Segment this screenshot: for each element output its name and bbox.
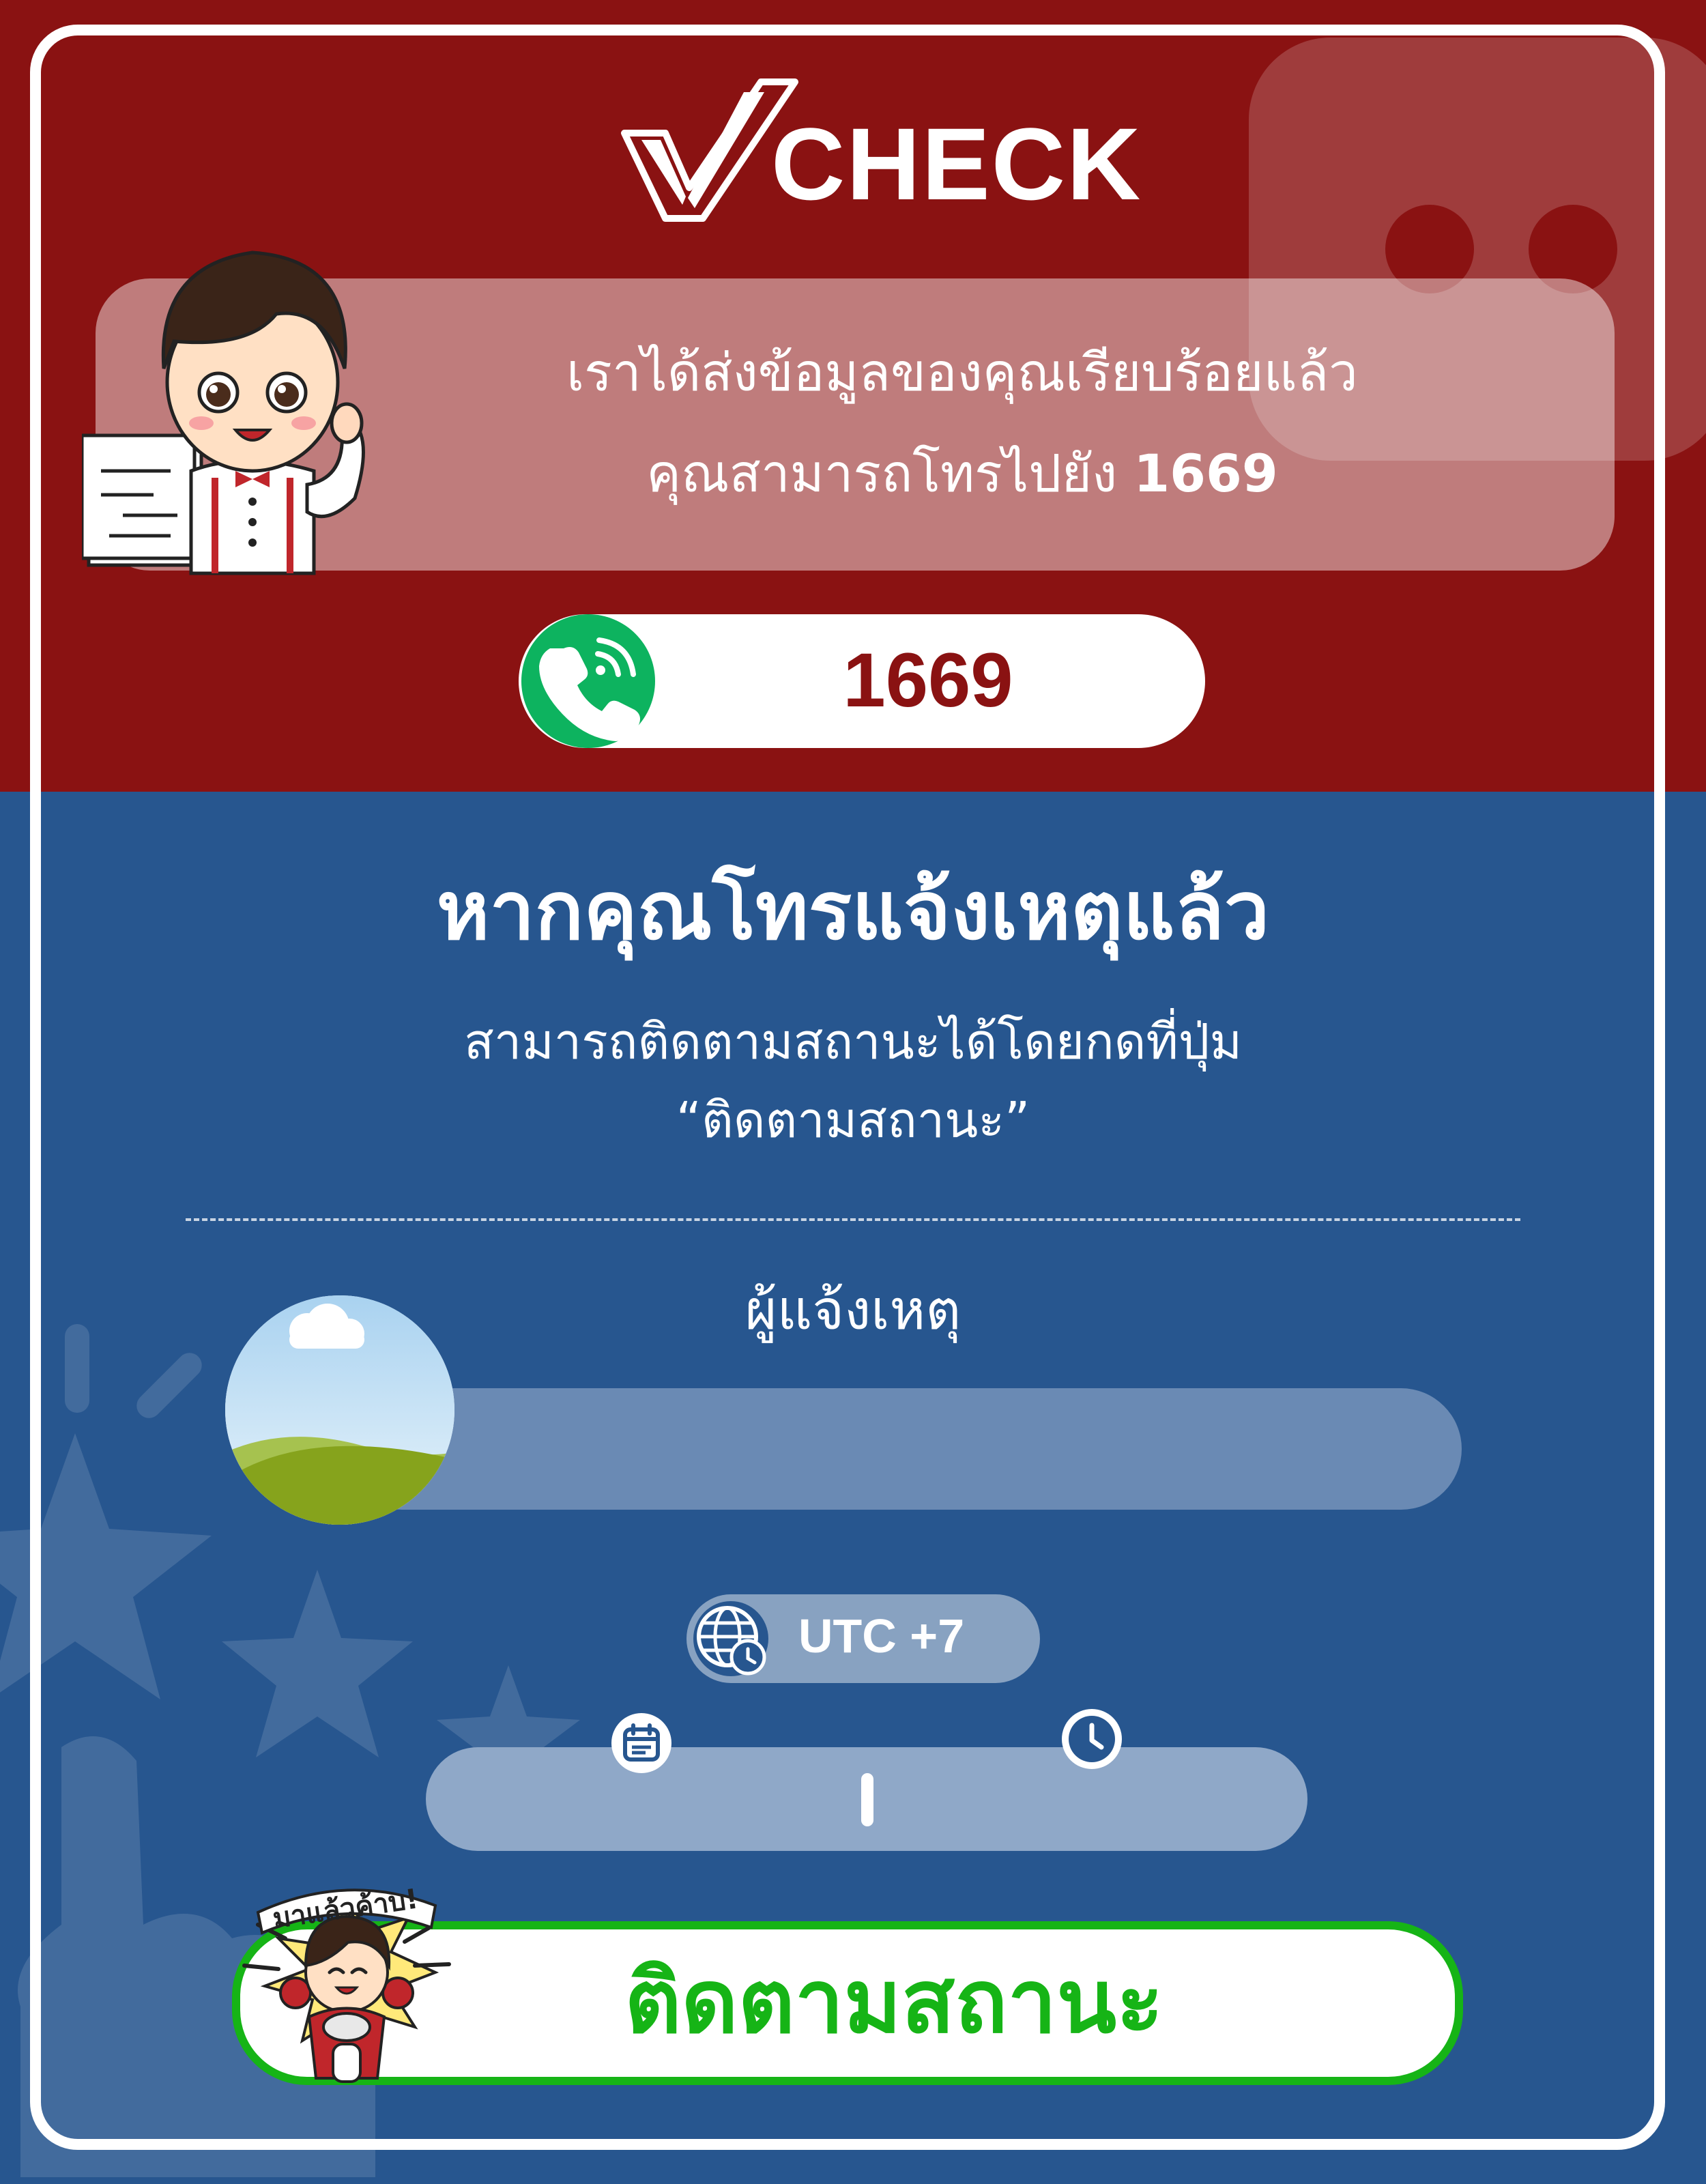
- datetime-separator: [861, 1773, 873, 1826]
- message-phone-number: 1669: [1133, 443, 1278, 504]
- message-line-1: เราได้ส่งข้อมูลของคุณเรียบร้อยแล้ว: [566, 342, 1358, 403]
- followup-heading: หากคุณโทรแจ้งเหตุแล้ว: [436, 863, 1270, 958]
- track-status-label[interactable]: ติดตามสถานะ: [382, 1959, 1406, 2046]
- reporter-name-field: [341, 1388, 1462, 1510]
- mascot-document-icon: [82, 250, 365, 575]
- call-number[interactable]: 1669: [751, 638, 1105, 722]
- phone-call-icon[interactable]: [521, 614, 655, 748]
- mascot-scooter-icon: มาแล้วค้าบ!: [242, 1883, 451, 2083]
- followup-button-name: “ติดตามสถานะ”: [676, 1091, 1030, 1149]
- followup-instruction: สามารถติดตามสถานะได้โดยกดที่ปุ่ม: [463, 1013, 1243, 1070]
- section-divider: [186, 1218, 1520, 1221]
- reporter-label: ผู้แจ้งเหตุ: [744, 1278, 962, 1342]
- message-line-2: คุณสามารถโทรไปยัง 1669: [382, 448, 1542, 500]
- clock-icon: [1062, 1709, 1122, 1769]
- calendar-icon: [611, 1713, 671, 1773]
- timezone-label: UTC +7: [798, 1609, 965, 1663]
- avatar: [225, 1295, 454, 1525]
- globe-clock-icon: [693, 1601, 768, 1676]
- logo-wordmark: CHECK: [771, 106, 1142, 221]
- message-line-2-text: คุณสามารถโทรไปยัง: [646, 443, 1134, 504]
